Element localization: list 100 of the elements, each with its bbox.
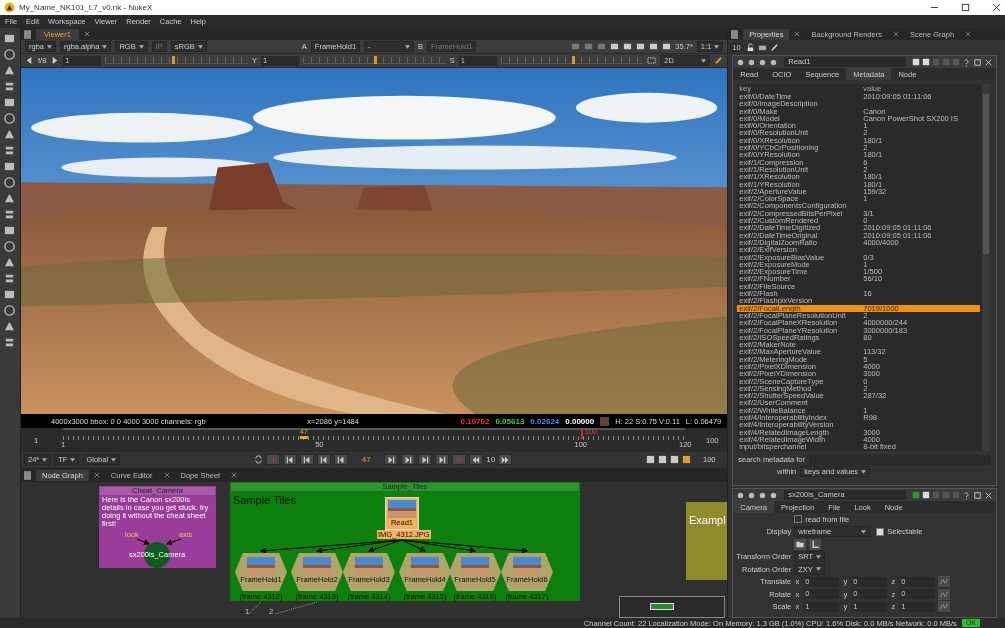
thumbnail-photo xyxy=(388,500,416,518)
current-frame-field[interactable]: 47 xyxy=(351,455,382,464)
step-back-icon xyxy=(320,455,329,464)
close-icon[interactable] xyxy=(992,3,1001,12)
step-back-button[interactable] xyxy=(317,454,332,465)
toolbar-tool-icon[interactable] xyxy=(4,193,16,204)
thumbnail-photo xyxy=(513,557,541,575)
minimap[interactable] xyxy=(619,596,725,618)
step-back-icon xyxy=(286,455,295,464)
pane-menu-icon[interactable] xyxy=(731,29,739,39)
loop-icon[interactable] xyxy=(254,455,264,464)
step-back-button[interactable] xyxy=(283,454,298,465)
help-icon[interactable] xyxy=(962,57,971,67)
pencil-icon[interactable] xyxy=(714,56,724,65)
toolbar-tool-icon[interactable] xyxy=(4,305,16,316)
toolbar-tool-icon[interactable] xyxy=(4,81,16,92)
step-forward-button[interactable] xyxy=(401,454,416,465)
connector-arrow[interactable] xyxy=(401,539,528,554)
caret-icon xyxy=(70,457,76,462)
caret-icon xyxy=(42,457,48,462)
connector-arrow[interactable] xyxy=(368,539,403,553)
roi-icon[interactable] xyxy=(647,56,657,65)
toolbar-tool-icon[interactable] xyxy=(4,321,16,332)
toolbar-tool-icon[interactable] xyxy=(4,161,16,172)
backdrop-note: Sample Tiles xyxy=(232,493,297,508)
toolbar-tool-icon[interactable] xyxy=(4,337,16,348)
toolbar-tool-icon[interactable] xyxy=(4,65,16,76)
channel-value: 0.00000 xyxy=(565,416,595,426)
connector-line[interactable] xyxy=(248,601,262,615)
thumbnail-photo xyxy=(355,557,383,575)
window-title: My_Name_NK101_L7_v0.nk - NukeX xyxy=(19,3,153,12)
caret-icon xyxy=(861,469,867,474)
toolbar-tool-icon[interactable] xyxy=(4,273,16,284)
skip-back-button[interactable] xyxy=(469,454,484,465)
close-icon[interactable] xyxy=(163,472,170,478)
toolbar-tool-icon[interactable] xyxy=(4,129,16,140)
toolbar-tool-icon[interactable] xyxy=(4,97,16,108)
toolbar-tool-icon[interactable] xyxy=(4,241,16,252)
scrollbar[interactable] xyxy=(982,84,990,451)
step-back-button[interactable] xyxy=(334,454,349,465)
close-icon[interactable] xyxy=(892,31,899,37)
connector-arrow[interactable] xyxy=(401,539,426,552)
toolbar-tool-icon[interactable] xyxy=(4,33,16,44)
float-icon[interactable] xyxy=(973,57,982,67)
help-icon[interactable] xyxy=(962,490,971,500)
maximize-icon[interactable] xyxy=(961,3,970,12)
step-back-button[interactable] xyxy=(300,454,315,465)
close-icon[interactable] xyxy=(965,31,972,37)
rewind-icon xyxy=(472,455,481,464)
toolbar-tool-icon[interactable] xyxy=(4,177,16,188)
backdrop-node[interactable]: Exampl xyxy=(686,502,728,580)
app-logo-icon xyxy=(4,2,15,13)
curve-icon[interactable] xyxy=(938,576,951,588)
toolbar-tool-icon[interactable] xyxy=(4,289,16,300)
decrease-arrow-icon[interactable] xyxy=(25,56,34,65)
pencil-icon[interactable] xyxy=(769,42,779,52)
toolbar-tool-icon[interactable] xyxy=(4,209,16,220)
caret-icon xyxy=(138,44,144,49)
float-icon[interactable] xyxy=(973,490,982,500)
close-icon[interactable] xyxy=(794,31,801,37)
step-forward-icon xyxy=(438,455,447,464)
toolbar-tool-icon[interactable] xyxy=(4,113,16,124)
skip-forward-button[interactable] xyxy=(498,454,513,465)
step-forward-button[interactable] xyxy=(435,454,450,465)
axis-icon[interactable] xyxy=(809,538,822,550)
fast-forward-icon xyxy=(501,455,510,464)
checkbox[interactable] xyxy=(876,527,885,536)
toolbar-tool-icon[interactable] xyxy=(4,225,16,236)
caret-icon xyxy=(861,529,867,534)
step-forward-button[interactable] xyxy=(384,454,399,465)
step-back-icon xyxy=(337,455,346,464)
close-icon[interactable] xyxy=(83,31,90,37)
caret-icon xyxy=(197,44,203,49)
checkbox[interactable] xyxy=(794,515,803,524)
gain-slider[interactable] xyxy=(105,57,248,64)
frame-ruler[interactable] xyxy=(63,428,686,440)
toolbar-tool-icon[interactable] xyxy=(4,257,16,268)
toolbar-tool-icon[interactable] xyxy=(4,49,16,60)
curve-icon[interactable] xyxy=(938,601,951,613)
close-icon[interactable] xyxy=(231,472,238,478)
connector-arrow[interactable] xyxy=(136,538,150,545)
pane-menu-icon[interactable] xyxy=(24,470,31,480)
connector-arrow[interactable] xyxy=(166,538,182,546)
gamma-slider[interactable] xyxy=(303,57,446,64)
increase-arrow-icon[interactable] xyxy=(50,56,60,65)
thumbnail-photo xyxy=(461,557,489,575)
thumbnail-photo xyxy=(303,557,331,575)
pane-menu-icon[interactable] xyxy=(24,29,31,39)
channel-value: 0.05613 xyxy=(495,416,525,426)
saturation-slider[interactable] xyxy=(500,57,644,64)
caret-icon xyxy=(47,44,52,49)
step-back-icon xyxy=(303,455,312,464)
toolbar-tool-icon[interactable] xyxy=(4,145,16,156)
lock-icon[interactable] xyxy=(745,42,755,52)
close-icon[interactable] xyxy=(93,472,100,478)
caret-icon xyxy=(714,44,720,49)
step-forward-button[interactable] xyxy=(418,454,433,465)
skip-increment-field[interactable]: 10 xyxy=(486,455,496,464)
curve-icon[interactable] xyxy=(938,588,951,600)
folder-icon[interactable] xyxy=(794,538,807,550)
